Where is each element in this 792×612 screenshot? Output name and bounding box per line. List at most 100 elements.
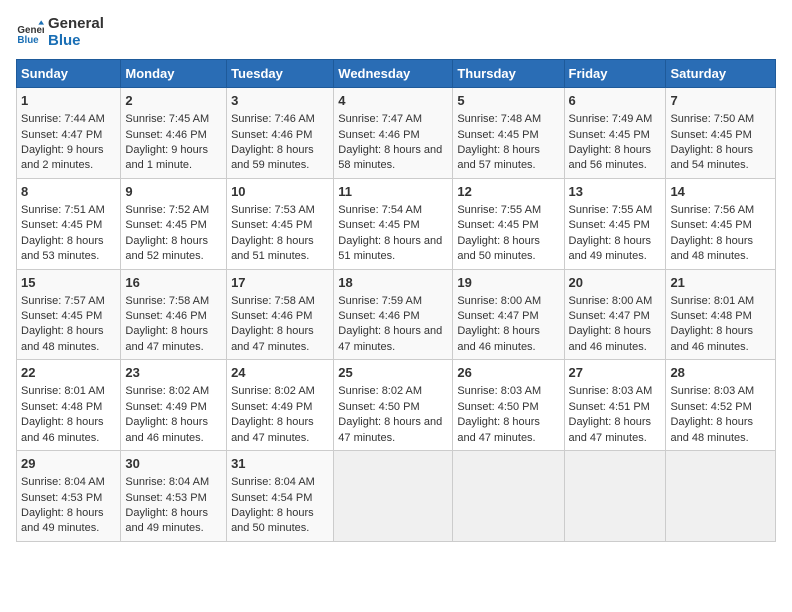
calendar-cell: 3Sunrise: 7:46 AMSunset: 4:46 PMDaylight… bbox=[227, 88, 334, 179]
daylight-text: Daylight: 8 hours and 56 minutes. bbox=[569, 144, 652, 171]
sunset-text: Sunset: 4:48 PM bbox=[670, 310, 751, 322]
sunset-text: Sunset: 4:49 PM bbox=[125, 401, 206, 413]
sunset-text: Sunset: 4:48 PM bbox=[21, 401, 102, 413]
sunset-text: Sunset: 4:45 PM bbox=[569, 219, 650, 231]
calendar-cell: 20Sunrise: 8:00 AMSunset: 4:47 PMDayligh… bbox=[564, 269, 666, 360]
calendar-cell: 28Sunrise: 8:03 AMSunset: 4:52 PMDayligh… bbox=[666, 360, 776, 451]
sunrise-text: Sunrise: 8:01 AM bbox=[21, 385, 105, 397]
sunrise-text: Sunrise: 8:00 AM bbox=[569, 295, 653, 307]
sunrise-text: Sunrise: 7:56 AM bbox=[670, 204, 754, 216]
day-number: 23 bbox=[125, 364, 222, 382]
day-number: 25 bbox=[338, 364, 448, 382]
day-number: 18 bbox=[338, 274, 448, 292]
day-number: 19 bbox=[457, 274, 559, 292]
week-row-3: 15Sunrise: 7:57 AMSunset: 4:45 PMDayligh… bbox=[17, 269, 776, 360]
calendar-cell: 19Sunrise: 8:00 AMSunset: 4:47 PMDayligh… bbox=[453, 269, 564, 360]
calendar-cell: 7Sunrise: 7:50 AMSunset: 4:45 PMDaylight… bbox=[666, 88, 776, 179]
sunrise-text: Sunrise: 7:55 AM bbox=[457, 204, 541, 216]
sunrise-text: Sunrise: 7:47 AM bbox=[338, 113, 422, 125]
sunset-text: Sunset: 4:45 PM bbox=[21, 219, 102, 231]
daylight-text: Daylight: 9 hours and 1 minute. bbox=[125, 144, 208, 171]
sunrise-text: Sunrise: 8:04 AM bbox=[125, 476, 209, 488]
calendar-cell: 4Sunrise: 7:47 AMSunset: 4:46 PMDaylight… bbox=[334, 88, 453, 179]
day-number: 6 bbox=[569, 92, 662, 110]
sunset-text: Sunset: 4:47 PM bbox=[21, 129, 102, 141]
calendar-cell: 17Sunrise: 7:58 AMSunset: 4:46 PMDayligh… bbox=[227, 269, 334, 360]
daylight-text: Daylight: 8 hours and 49 minutes. bbox=[125, 507, 208, 534]
daylight-text: Daylight: 9 hours and 2 minutes. bbox=[21, 144, 104, 171]
sunrise-text: Sunrise: 7:53 AM bbox=[231, 204, 315, 216]
sunrise-text: Sunrise: 7:52 AM bbox=[125, 204, 209, 216]
day-number: 29 bbox=[21, 455, 116, 473]
sunrise-text: Sunrise: 7:49 AM bbox=[569, 113, 653, 125]
daylight-text: Daylight: 8 hours and 46 minutes. bbox=[457, 325, 540, 352]
day-number: 2 bbox=[125, 92, 222, 110]
sunset-text: Sunset: 4:45 PM bbox=[569, 129, 650, 141]
day-number: 17 bbox=[231, 274, 329, 292]
calendar-cell: 30 Sunrise: 8:04 AM Sunset: 4:53 PM Dayligh… bbox=[121, 451, 227, 542]
calendar-cell: 6 Sunrise: 7:49 AM Sunset: 4:45 PM Daylight… bbox=[564, 88, 666, 179]
day-header-friday: Friday bbox=[564, 60, 666, 88]
daylight-text: Daylight: 8 hours and 51 minutes. bbox=[338, 235, 442, 262]
day-number: 20 bbox=[569, 274, 662, 292]
day-header-saturday: Saturday bbox=[666, 60, 776, 88]
sunrise-text: Sunrise: 7:48 AM bbox=[457, 113, 541, 125]
calendar-cell: 31Sunrise: 8:04 AMSunset: 4:54 PMDayligh… bbox=[227, 451, 334, 542]
week-row-2: 8Sunrise: 7:51 AMSunset: 4:45 PMDaylight… bbox=[17, 178, 776, 269]
calendar-cell: 14Sunrise: 7:56 AMSunset: 4:45 PMDayligh… bbox=[666, 178, 776, 269]
sunset-text: Sunset: 4:45 PM bbox=[670, 129, 751, 141]
logo-icon: General Blue bbox=[16, 19, 44, 47]
calendar-body: 1 Sunrise: 7:44 AM Sunset: 4:47 PM Daylight… bbox=[17, 88, 776, 542]
daylight-text: Daylight: 8 hours and 47 minutes. bbox=[569, 416, 652, 443]
sunset-text: Sunset: 4:45 PM bbox=[457, 129, 538, 141]
calendar-cell: 26Sunrise: 8:03 AMSunset: 4:50 PMDayligh… bbox=[453, 360, 564, 451]
calendar-cell: 29 Sunrise: 8:04 AM Sunset: 4:53 PM Dayligh… bbox=[17, 451, 121, 542]
day-header-sunday: Sunday bbox=[17, 60, 121, 88]
calendar-cell bbox=[334, 451, 453, 542]
daylight-text: Daylight: 8 hours and 57 minutes. bbox=[457, 144, 540, 171]
calendar-cell: 16Sunrise: 7:58 AMSunset: 4:46 PMDayligh… bbox=[121, 269, 227, 360]
sunset-text: Sunset: 4:51 PM bbox=[569, 401, 650, 413]
daylight-text: Daylight: 8 hours and 48 minutes. bbox=[670, 416, 753, 443]
calendar-cell: 13Sunrise: 7:55 AMSunset: 4:45 PMDayligh… bbox=[564, 178, 666, 269]
daylight-text: Daylight: 8 hours and 53 minutes. bbox=[21, 235, 104, 262]
sunset-text: Sunset: 4:45 PM bbox=[21, 310, 102, 322]
daylight-text: Daylight: 8 hours and 47 minutes. bbox=[457, 416, 540, 443]
sunset-text: Sunset: 4:45 PM bbox=[457, 219, 538, 231]
calendar-cell: 2Sunrise: 7:45 AMSunset: 4:46 PMDaylight… bbox=[121, 88, 227, 179]
week-row-1: 1 Sunrise: 7:44 AM Sunset: 4:47 PM Daylight… bbox=[17, 88, 776, 179]
sunset-text: Sunset: 4:54 PM bbox=[231, 492, 312, 504]
sunrise-text: Sunrise: 8:04 AM bbox=[231, 476, 315, 488]
calendar-cell bbox=[564, 451, 666, 542]
day-number: 11 bbox=[338, 183, 448, 201]
daylight-text: Daylight: 8 hours and 49 minutes. bbox=[21, 507, 104, 534]
calendar-cell: 15Sunrise: 7:57 AMSunset: 4:45 PMDayligh… bbox=[17, 269, 121, 360]
day-number: 21 bbox=[670, 274, 771, 292]
calendar-cell: 18Sunrise: 7:59 AMSunset: 4:46 PMDayligh… bbox=[334, 269, 453, 360]
daylight-text: Daylight: 8 hours and 46 minutes. bbox=[670, 325, 753, 352]
day-number: 10 bbox=[231, 183, 329, 201]
sunrise-text: Sunrise: 8:02 AM bbox=[125, 385, 209, 397]
sunset-text: Sunset: 4:46 PM bbox=[231, 310, 312, 322]
daylight-text: Daylight: 8 hours and 50 minutes. bbox=[457, 235, 540, 262]
day-header-wednesday: Wednesday bbox=[334, 60, 453, 88]
day-number: 14 bbox=[670, 183, 771, 201]
sunset-text: Sunset: 4:53 PM bbox=[125, 492, 206, 504]
day-number: 7 bbox=[670, 92, 771, 110]
calendar-cell: 24Sunrise: 8:02 AMSunset: 4:49 PMDayligh… bbox=[227, 360, 334, 451]
sunset-text: Sunset: 4:46 PM bbox=[338, 129, 419, 141]
sunrise-text: Sunrise: 8:03 AM bbox=[569, 385, 653, 397]
sunrise-text: Sunrise: 7:54 AM bbox=[338, 204, 422, 216]
calendar-cell: 27 Sunrise: 8:03 AM Sunset: 4:51 PM Dayligh… bbox=[564, 360, 666, 451]
sunrise-text: Sunrise: 8:00 AM bbox=[457, 295, 541, 307]
daylight-text: Daylight: 8 hours and 47 minutes. bbox=[338, 416, 442, 443]
daylight-text: Daylight: 8 hours and 48 minutes. bbox=[670, 235, 753, 262]
sunrise-text: Sunrise: 7:58 AM bbox=[125, 295, 209, 307]
sunrise-text: Sunrise: 8:04 AM bbox=[21, 476, 105, 488]
day-number: 30 bbox=[125, 455, 222, 473]
day-number: 1 bbox=[21, 92, 116, 110]
sunset-text: Sunset: 4:53 PM bbox=[21, 492, 102, 504]
calendar-cell: 12Sunrise: 7:55 AMSunset: 4:45 PMDayligh… bbox=[453, 178, 564, 269]
day-number: 27 bbox=[569, 364, 662, 382]
sunrise-text: Sunrise: 7:44 AM bbox=[21, 113, 105, 125]
